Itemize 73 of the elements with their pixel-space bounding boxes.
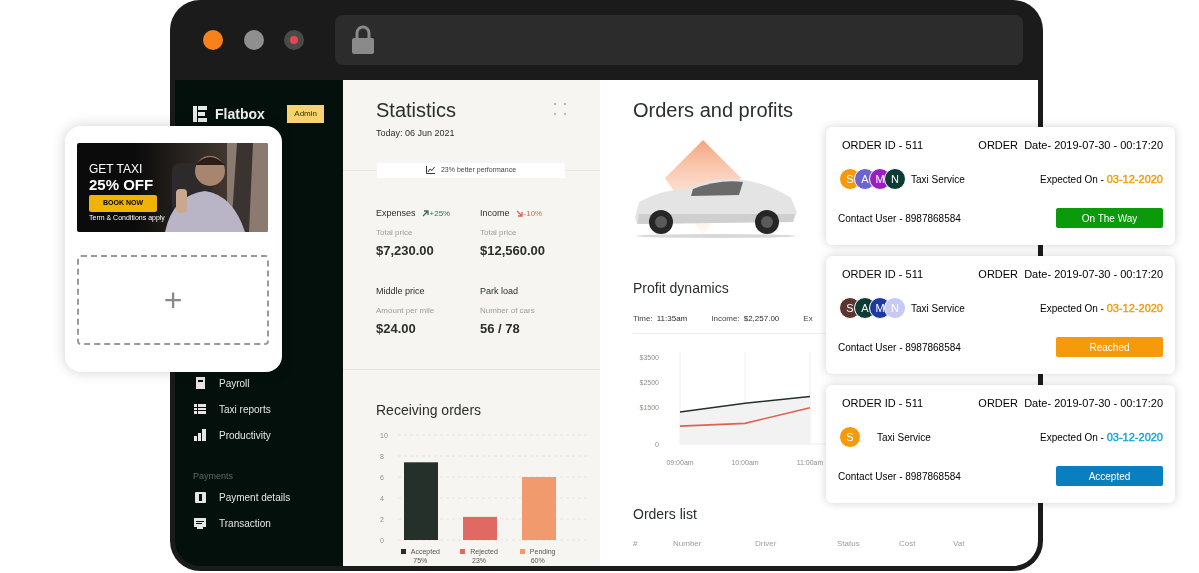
- expected-label: Expected On -: [1040, 430, 1105, 445]
- sidebar-item[interactable]: Transaction: [193, 516, 343, 530]
- metric-sublabel: Amount per mile: [376, 305, 436, 317]
- contact-text: Contact User - 8987868584: [838, 469, 961, 484]
- sidebar-item[interactable]: Taxi reports: [193, 402, 343, 416]
- section-title: Orders list: [633, 505, 698, 524]
- column-header: Vat: [953, 538, 966, 550]
- banner-headline: GET TAXI: [89, 162, 143, 176]
- expected-label: Expected On -: [1040, 172, 1105, 187]
- trend-chart-icon: [425, 166, 435, 174]
- date-text: Today: 06 Jun 2021: [376, 127, 456, 140]
- service-name: Taxi Service: [911, 301, 965, 316]
- wallet-icon: [194, 491, 206, 503]
- stat-value: $2,257.00: [743, 313, 780, 325]
- sidebar-item[interactable]: Payroll: [193, 376, 343, 390]
- column-header: Cost: [899, 538, 917, 550]
- status-badge: Accepted: [1056, 466, 1163, 486]
- stat-label: Income:: [711, 313, 740, 325]
- metric-label: Park load: [480, 285, 519, 299]
- order-date: ORDER Date- 2019-07-30 - 00:17:20: [978, 266, 1163, 282]
- receipt-icon: [194, 517, 206, 529]
- column-header: Driver: [755, 538, 778, 550]
- bar-chart-icon: [194, 429, 206, 441]
- metric-sublabel: Total price: [376, 226, 414, 239]
- expected-date: 03-12-2020: [1106, 429, 1163, 445]
- avatar: N: [884, 168, 906, 190]
- stat-value: 11:35am: [656, 313, 688, 325]
- document-icon: [194, 377, 206, 389]
- panel-title: Orders and profits: [633, 98, 795, 123]
- expected-date: 03-12-2020: [1106, 300, 1163, 316]
- section-title: Payments: [193, 470, 235, 482]
- brand-name: Flatbox: [215, 104, 265, 124]
- order-id: ORDER ID - 511: [842, 137, 924, 153]
- metric-sublabel: Total price: [480, 226, 518, 239]
- metric-label: Middle price: [376, 285, 425, 299]
- column-header: Status: [837, 538, 861, 550]
- service-name: Taxi Service: [877, 430, 931, 445]
- stat-label: Time:: [633, 313, 653, 325]
- plus-icon: +: [163, 284, 183, 316]
- service-name: Taxi Service: [911, 172, 965, 187]
- list-icon: [194, 404, 206, 414]
- status-badge: Reached: [1056, 337, 1163, 357]
- order-id: ORDER ID - 511: [842, 395, 924, 411]
- metric-value: $24.00: [376, 320, 417, 338]
- sidebar-item[interactable]: Payment details: [193, 490, 343, 504]
- logo-icon: [193, 106, 207, 122]
- lock-icon: [351, 25, 375, 55]
- metric-label: Expenses: [376, 206, 416, 220]
- metric-value: $7,230.00: [376, 241, 435, 260]
- column-header: #: [633, 538, 639, 550]
- section-title: Profit dynamics: [633, 279, 730, 298]
- trend-text: -10%: [523, 207, 543, 220]
- metric-sublabel: Number of cars: [480, 305, 536, 317]
- sidebar-item[interactable]: Productivity: [193, 428, 343, 442]
- status-badge: On The Way: [1056, 208, 1163, 228]
- trend-text: +25%: [429, 207, 451, 220]
- column-header: Number: [673, 538, 703, 550]
- order-date: ORDER Date- 2019-07-30 - 00:17:20: [978, 395, 1163, 411]
- metric-value: 56 / 78: [480, 320, 521, 338]
- order-date: ORDER Date- 2019-07-30 - 00:17:20: [978, 137, 1163, 153]
- avatar: S: [839, 426, 861, 448]
- role-badge: Admin: [287, 105, 324, 123]
- contact-text: Contact User - 8987868584: [838, 211, 961, 226]
- expected-date: 03-12-2020: [1106, 171, 1163, 187]
- chart-title: Receiving orders: [375, 400, 483, 420]
- panel-title: Statistics: [376, 98, 457, 123]
- contact-text: Contact User - 8987868584: [838, 340, 961, 355]
- expected-label: Expected On -: [1040, 301, 1105, 316]
- metric-value: $12,560.00: [480, 241, 547, 260]
- banner-offer: 25% OFF: [89, 176, 154, 193]
- metric-label: Income: [480, 206, 510, 220]
- stat-label: Ex: [803, 313, 813, 325]
- order-id: ORDER ID - 511: [842, 266, 924, 282]
